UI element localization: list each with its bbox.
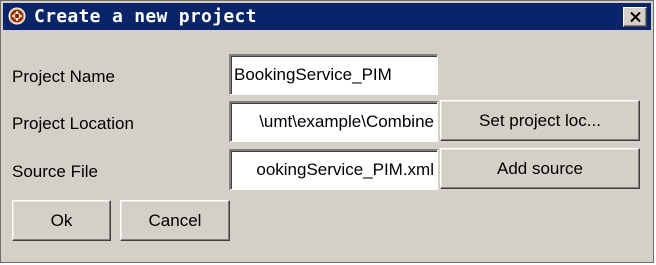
project-name-value: BookingService_PIM xyxy=(234,65,392,84)
title-bar[interactable]: Create a new project xyxy=(3,3,651,30)
project-name-label: Project Name xyxy=(12,67,115,86)
ok-button[interactable]: Ok xyxy=(12,200,111,241)
cancel-button[interactable]: Cancel xyxy=(120,200,230,241)
project-location-label: Project Location xyxy=(12,114,134,133)
close-icon xyxy=(630,12,641,22)
add-source-button[interactable]: Add source xyxy=(440,148,640,189)
create-project-dialog: Create a new project Project Name Bookin… xyxy=(0,0,654,263)
project-location-value: \umt\example\Combine xyxy=(259,112,434,131)
source-file-field[interactable]: ookingService_PIM.xml xyxy=(229,149,438,190)
source-file-label: Source File xyxy=(12,162,98,181)
source-file-value: ookingService_PIM.xml xyxy=(256,160,434,179)
set-project-location-button[interactable]: Set project loc... xyxy=(440,100,640,141)
app-logo-icon xyxy=(8,7,26,25)
project-location-field[interactable]: \umt\example\Combine xyxy=(229,101,438,142)
window-title: Create a new project xyxy=(34,6,257,27)
project-name-field[interactable]: BookingService_PIM xyxy=(229,54,438,95)
close-button[interactable] xyxy=(623,7,647,27)
